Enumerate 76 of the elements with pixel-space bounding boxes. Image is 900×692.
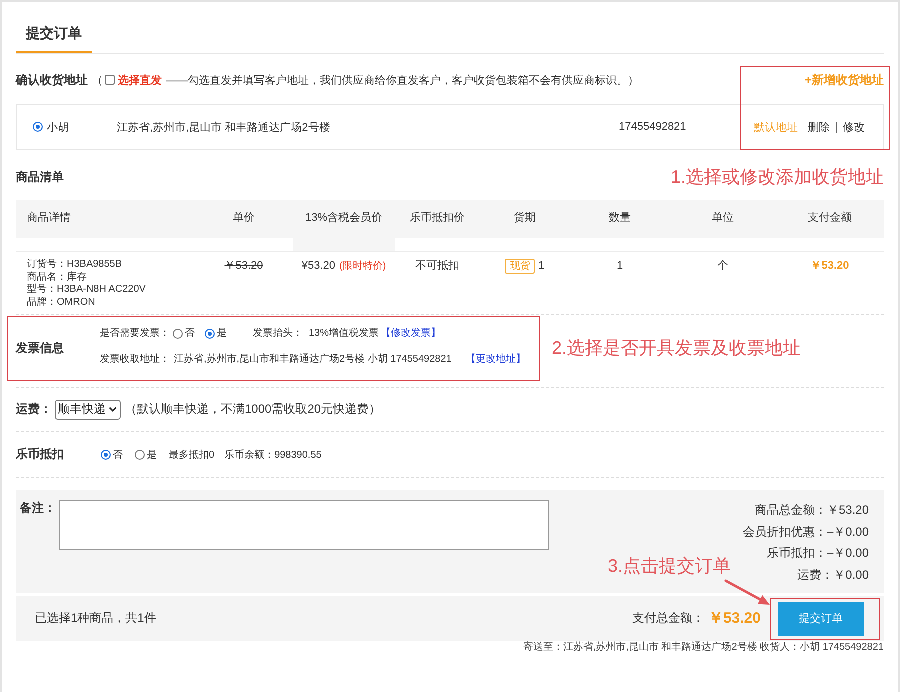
original-price: ￥53.20 [224, 259, 264, 273]
option-label: 否 [113, 448, 123, 462]
annotation-text: 2.选择是否开具发票及收票地址 [552, 337, 802, 360]
product-detail-line: 型号：H3BA-N8H AC220V [27, 284, 146, 297]
column-header: 支付金额 [776, 200, 884, 238]
field-label: 备注： [20, 500, 56, 516]
column-header: 13%含税会员价 [293, 200, 395, 251]
paren-text: （ [92, 74, 103, 88]
summary-label: 乐币抵扣： [766, 545, 827, 562]
address-action-link[interactable]: 删除 [808, 120, 830, 134]
column-header: 单位 [670, 200, 776, 238]
caret-icon [109, 407, 117, 412]
change-address-link[interactable]: 【更改地址】 [466, 353, 526, 367]
coin-deduction-price: 不可抵扣 [416, 259, 460, 273]
member-price: ¥53.20 [302, 259, 336, 273]
edit-invoice-link[interactable]: 【修改发票】 [381, 327, 442, 341]
column-header: 商品详情 [16, 200, 195, 238]
field-label: 运费： [16, 401, 52, 418]
option-label: 是 [217, 327, 227, 341]
option-label: 是 [147, 448, 157, 462]
column-header: 单价 [195, 200, 293, 238]
ship-to-text: 寄送至：江苏省,苏州市,昆山市 和丰路通达广场2号楼 收货人：小胡 17455492821 [523, 642, 884, 654]
shipping-note: （默认顺丰快递，不满1000需收取20元快递费） [125, 401, 382, 418]
direct-ship-label: 选择直发 [118, 74, 162, 88]
price-note: (限时特价) [339, 260, 386, 274]
order-tab[interactable]: 提交订单 [16, 14, 92, 53]
field-label: 发票抬头： [253, 327, 303, 341]
quantity: 1 [616, 259, 624, 273]
section-title: 发票信息 [16, 340, 65, 357]
radio-button[interactable] [101, 450, 111, 460]
recipient-name: 小胡 [47, 120, 70, 134]
address-action-link[interactable]: 修改 [843, 120, 865, 134]
direct-ship-description: ——勾选直发并填写客户地址，我们供应商给你直发客户，客户收货包装箱不会有供应商标识。） [166, 74, 639, 88]
radio-button[interactable] [33, 122, 43, 132]
max-deduction-text: 最多抵扣0 [169, 448, 215, 462]
unit: 个 [718, 259, 728, 273]
column-header: 数量 [570, 200, 670, 238]
payment-amount: ￥53.20 [810, 259, 850, 273]
annotation-text: 1.选择或修改添加收货地址 [670, 166, 884, 189]
column-header: 乐币抵扣价 [395, 200, 480, 238]
annotation-arrow [724, 580, 770, 605]
product-detail-line: 品牌：OMRON [27, 296, 96, 310]
radio-button[interactable] [173, 329, 183, 339]
checkbox[interactable] [105, 75, 115, 85]
summary-value: –￥0.00 [826, 545, 869, 562]
selection-summary: 已选择1种商品，共1件 [35, 610, 156, 627]
radio-button[interactable] [135, 450, 145, 460]
summary-label: 会员折扣优惠： [742, 524, 827, 540]
product-detail-line: 订货号：H3BA9855B [27, 259, 122, 272]
radio-button[interactable] [205, 329, 215, 339]
shipping-select[interactable]: 顺丰快递 [55, 400, 121, 420]
summary-value: –￥0.00 [826, 524, 869, 540]
field-label: 发票收取地址： [100, 353, 170, 367]
section-title: 乐币抵扣 [16, 446, 65, 463]
invoice-address-value: 江苏省,苏州市,昆山市和丰路通达广场2号楼 小胡 17455492821 [174, 353, 452, 367]
annotation-text: 3.点击提交订单 [608, 555, 731, 578]
availability-quantity: 1 [538, 259, 545, 273]
summary-value: ￥0.00 [834, 566, 869, 584]
invoice-title-value: 13%增值税发票 [309, 327, 380, 341]
summary-label: 商品总金额： [754, 502, 827, 519]
section-title: 确认收货地址 [16, 72, 88, 88]
summary-value: ￥53.20 [826, 502, 869, 519]
remarks-field[interactable] [59, 500, 549, 550]
field-label: 是否需要发票： [100, 327, 170, 341]
product-detail-line: 商品名：库存 [27, 272, 87, 284]
option-label: 否 [185, 327, 195, 341]
coin-balance-text: 乐币余额：998390.55 [224, 448, 322, 462]
phone-number: 17455492821 [619, 121, 688, 133]
address-text: 江苏省,苏州市,昆山市 和丰路通达广场2号楼 [117, 120, 332, 134]
default-address-label: 默认地址 [754, 120, 798, 134]
availability-tag: 现货 [505, 259, 536, 274]
section-title: 商品清单 [16, 168, 64, 186]
summary-label: 运费： [798, 566, 834, 584]
column-header: 货期 [480, 200, 570, 238]
total-amount: ￥53.20 [708, 609, 761, 628]
total-label: 支付总金额： [632, 610, 704, 627]
